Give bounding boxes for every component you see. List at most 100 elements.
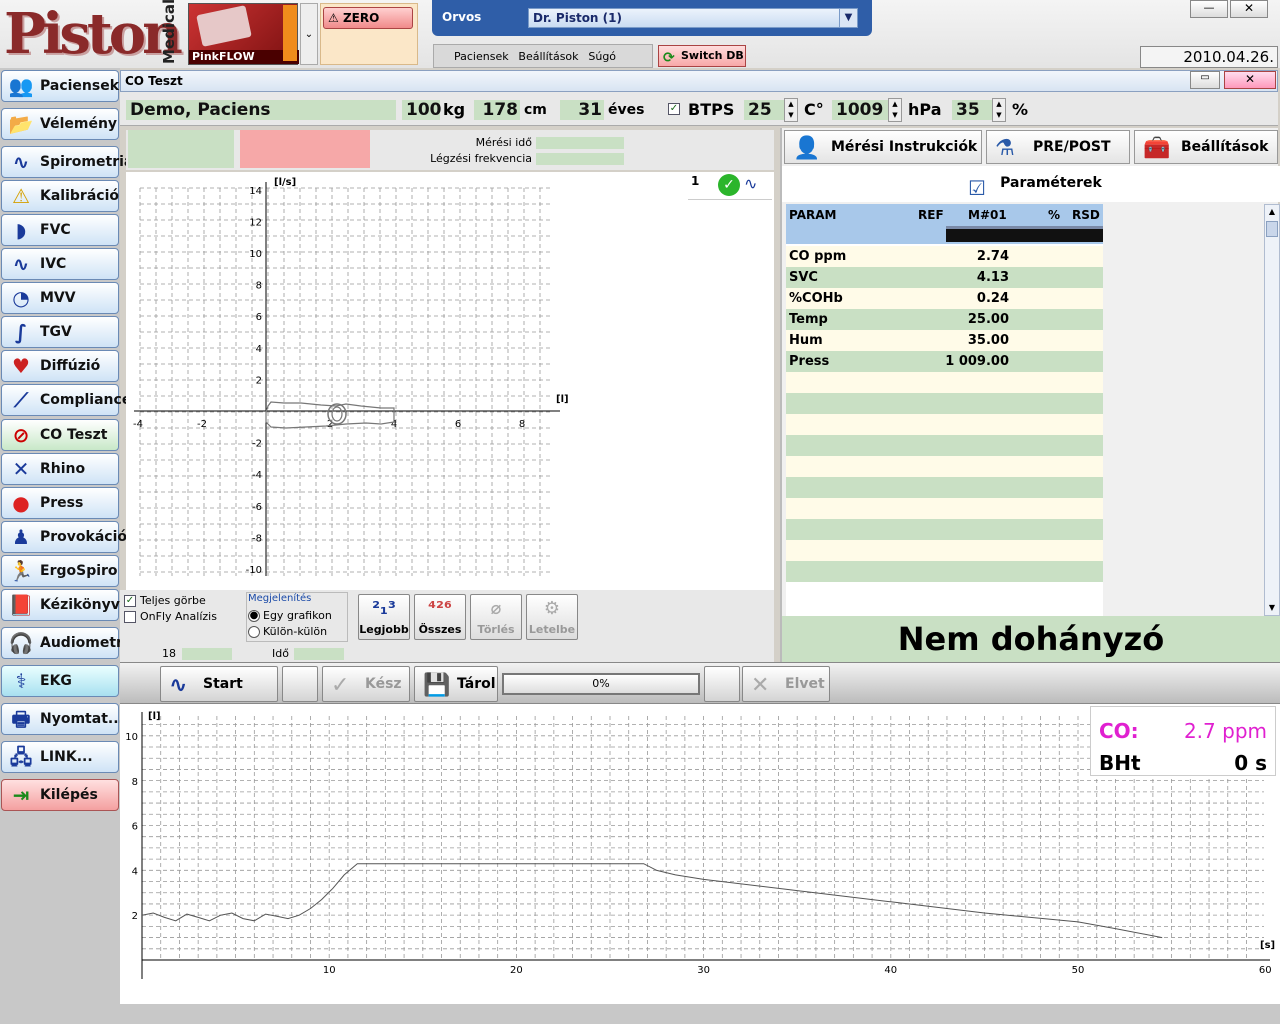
temperature-field[interactable]: 25 — [744, 100, 784, 120]
patient-age: 31 — [560, 100, 604, 120]
close-button[interactable]: ✕ — [1230, 0, 1268, 18]
pressure-spinner[interactable]: ▲ ▼ — [888, 98, 902, 122]
megjelenites-label: Megjelenítés — [248, 593, 312, 604]
sidebar-item-provokacio[interactable]: ♟ Provokáció — [1, 521, 127, 553]
kesz-button[interactable]: ✓ Kész — [322, 666, 410, 702]
sidebar-item-mvv[interactable]: ◔ MVV — [1, 282, 119, 314]
menu-sugo[interactable]: Súgó — [588, 45, 616, 69]
sidebar-item-kilepes[interactable]: ⇥ Kilépés — [1, 779, 119, 811]
doctor-select[interactable]: Dr. Piston (1) ▼ — [528, 8, 858, 28]
main-menu: Paciensek Beállítások Súgó — [433, 44, 653, 68]
table-row: Hum 35.00 — [786, 330, 1103, 351]
check-icon[interactable]: ✓ — [718, 174, 740, 196]
volume-time-curve — [141, 863, 1163, 939]
age-unit: éves — [608, 102, 645, 118]
y-tick-label: 10 — [249, 249, 262, 260]
x-tick-label: -2 — [197, 419, 207, 430]
param-name: Hum — [789, 333, 823, 348]
patient-row: Demo, Paciens 100 kg 178 cm 31 éves ✓ BT… — [120, 92, 1278, 126]
switch-db-button[interactable]: ⟳ Switch DB — [658, 45, 746, 67]
sidebar-item-nyomtat[interactable]: 🖶 Nyomtat... — [1, 703, 124, 735]
y-tick-label: -8 — [252, 533, 262, 544]
y-tick-label: 2 — [256, 375, 262, 386]
window-title: CO Teszt — [120, 70, 1278, 92]
col-percent: % — [1048, 208, 1061, 222]
sidebar-item-ekg[interactable]: ⚕ EKG — [1, 665, 119, 697]
tarol-label: Tárol — [457, 676, 496, 692]
sidebar-item-kalibracio[interactable]: ⚠ Kalibráció — [1, 180, 119, 212]
scroll-up-icon[interactable]: ▲ — [1265, 205, 1279, 219]
co-value: 2.7 ppm — [1183, 719, 1267, 743]
tab-pre-post[interactable]: ⚗ PRE/POST — [986, 130, 1130, 164]
app-header: Piston Medical PinkFLOW ⌄ ⚠ ZERO Orvos D… — [0, 0, 1280, 86]
sidebar-item-diffuzio[interactable]: ♥ Diffúzió — [1, 350, 119, 382]
sidebar-item-co-teszt[interactable]: ⊘ CO Teszt — [1, 419, 119, 451]
pressure-field[interactable]: 1009 — [832, 100, 888, 120]
sidebar-item-tgv[interactable]: ∫ TGV — [1, 316, 119, 348]
sidebar-item-fvc[interactable]: ◗ FVC — [1, 214, 119, 246]
param-value: 25.00 — [967, 312, 1009, 327]
sidebar-item-label: Kilépés — [40, 787, 98, 803]
count-field — [182, 648, 232, 660]
y-unit-label: [l/s] — [274, 177, 296, 188]
x-tick-label: 50 — [1072, 965, 1085, 976]
legjobb-button[interactable]: ²₁³ Legjobb — [358, 594, 410, 640]
chevron-down-icon[interactable]: ▼ — [839, 9, 857, 27]
menu-beallitasok[interactable]: Beállítások — [518, 45, 578, 69]
x-tick-label: 40 — [884, 965, 897, 976]
window-restore-button[interactable]: ▭ — [1190, 71, 1220, 89]
torles-button[interactable]: ⌀ Törlés — [470, 594, 522, 640]
provocation-icon: ♟ — [12, 525, 30, 549]
sidebar-item-rhino[interactable]: ✕ Rhino — [1, 453, 119, 485]
sidebar-item-audiometria[interactable]: 🎧 Audiometria — [1, 627, 137, 659]
sidebar-item-label: LINK... — [40, 749, 93, 765]
humidity-field[interactable]: 35 — [952, 100, 992, 120]
temperature-spinner[interactable]: ▲ ▼ — [784, 98, 798, 122]
device-selector[interactable]: PinkFLOW — [188, 3, 299, 65]
params-scrollbar[interactable]: ▲ ▼ — [1264, 204, 1280, 616]
menu-paciensek[interactable]: Paciensek — [454, 45, 509, 69]
sidebar-item-ergospiro[interactable]: 🏃 ErgoSpiro — [1, 555, 119, 587]
scroll-down-icon[interactable]: ▼ — [1265, 601, 1279, 615]
humidity-spinner[interactable]: ▲ ▼ — [992, 98, 1006, 122]
sidebar-item-velemeny[interactable]: 📂 Vélemény — [1, 108, 119, 140]
kulon-kulon-radio[interactable] — [248, 626, 260, 638]
ranking-icon: ²₁³ — [372, 598, 396, 619]
sidebar-item-link[interactable]: 🖧 LINK... — [1, 741, 119, 773]
elvet-button[interactable]: ✕ Elvet — [742, 666, 830, 702]
scroll-thumb[interactable] — [1266, 221, 1278, 237]
param-value: 4.13 — [976, 270, 1009, 285]
osszes-button[interactable]: ⁴²⁶ Összes — [414, 594, 466, 640]
sidebar-item-label: MVV — [40, 290, 76, 306]
window-close-button[interactable]: ✕ — [1224, 71, 1276, 89]
table-row — [786, 393, 1103, 414]
sidebar-item-kezikonyv[interactable]: 📕 Kézikönyv — [1, 589, 120, 621]
tab-beallitasok[interactable]: 🧰 Beállítások — [1134, 130, 1278, 164]
kesz-label: Kész — [365, 676, 402, 692]
tab-meresi-instrukciok[interactable]: 👤 Mérési Instrukciók — [784, 130, 982, 164]
sidebar-item-spirometria[interactable]: ∿ Spirometria — [1, 146, 133, 178]
sidebar-item-compliance[interactable]: ⟋ Compliance — [1, 384, 131, 416]
tab-label: PRE/POST — [1033, 139, 1111, 155]
sidebar-item-label: Spirometria — [40, 154, 134, 170]
y-tick-label: -2 — [252, 439, 262, 450]
btps-checkbox[interactable]: ✓ — [668, 103, 680, 115]
minimize-button[interactable]: — — [1190, 0, 1228, 18]
egy-grafikon-radio[interactable]: ● — [248, 610, 260, 622]
start-button[interactable]: ∿ Start — [160, 666, 278, 702]
save-icon: 💾 — [423, 673, 451, 698]
zero-button[interactable]: ⚠ ZERO — [323, 7, 413, 29]
onfly-checkbox[interactable] — [124, 611, 136, 623]
teljes-gorbe-checkbox[interactable]: ✓ — [124, 595, 136, 607]
chevron-down-icon[interactable]: ⌄ — [300, 3, 318, 65]
sidebar-item-paciensek[interactable]: 👥 Paciensek — [1, 70, 119, 102]
wave-icon[interactable]: ∿ — [744, 174, 757, 193]
sidebar-item-label: IVC — [40, 256, 67, 272]
reject-icon: ✕ — [751, 673, 770, 698]
meresi-ido-label: Mérési idő — [475, 136, 532, 149]
sidebar-item-press[interactable]: ● Press — [1, 487, 119, 519]
sidebar-item-ivc[interactable]: ∿ IVC — [1, 248, 119, 280]
folder-icon: 📂 — [8, 112, 34, 136]
letelbe-button[interactable]: ⚙ Letelbe — [526, 594, 578, 640]
tarol-button[interactable]: 💾 Tárol — [414, 666, 498, 702]
